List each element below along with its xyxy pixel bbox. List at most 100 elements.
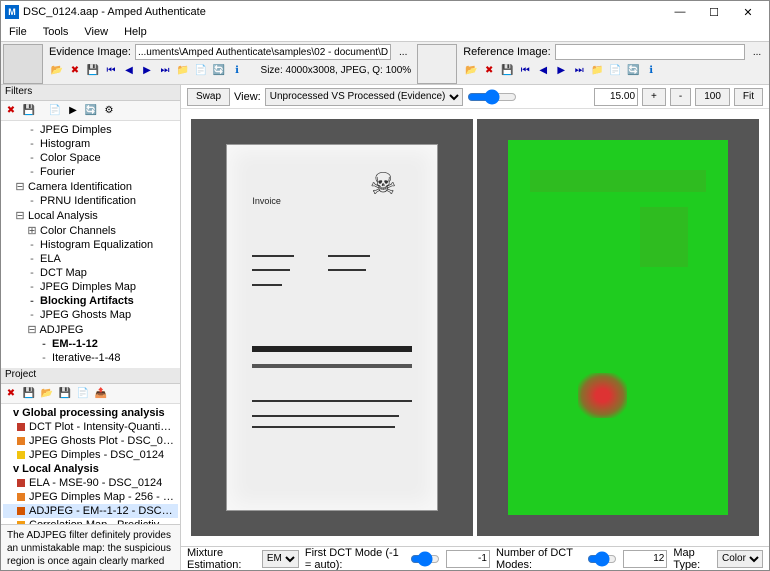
proj-saveas-icon[interactable]: [57, 386, 73, 402]
filters-run-icon[interactable]: ▶: [65, 103, 81, 119]
filter-node[interactable]: ⊞ Color Channels: [3, 223, 178, 238]
reference-image-label: Reference Image:: [463, 46, 550, 58]
ref-report-icon[interactable]: [607, 62, 623, 78]
filter-node[interactable]: - DCT Map: [3, 266, 178, 280]
filter-node[interactable]: - Blocking Artifacts: [3, 294, 178, 308]
ref-open-icon[interactable]: [463, 62, 479, 78]
project-item[interactable]: JPEG Dimples Map - 256 - DSC_0124: [3, 490, 178, 504]
last-icon[interactable]: [157, 62, 173, 78]
view-mode-select[interactable]: Unprocessed VS Processed (Evidence): [265, 88, 463, 106]
first-dct-slider[interactable]: [410, 552, 440, 566]
filter-node[interactable]: - Color Space: [3, 151, 178, 165]
filter-node[interactable]: - Histogram: [3, 137, 178, 151]
ref-prev-icon[interactable]: [535, 62, 551, 78]
ref-first-icon[interactable]: [517, 62, 533, 78]
evidence-pane[interactable]: Invoice: [191, 119, 473, 536]
ref-folder-icon[interactable]: [589, 62, 605, 78]
num-dct-value[interactable]: [623, 550, 667, 568]
prev-icon[interactable]: [121, 62, 137, 78]
evidence-image-label: Evidence Image:: [49, 46, 131, 58]
evidence-document: Invoice: [226, 144, 438, 511]
filters-config-icon[interactable]: ⚙: [101, 103, 117, 119]
view-slider[interactable]: [467, 90, 517, 104]
project-item[interactable]: Correlation Map - Predictive - DSC_0124: [3, 518, 178, 524]
menu-view[interactable]: View: [80, 25, 112, 39]
zoom-plus-button[interactable]: +: [642, 88, 666, 106]
proj-clear-icon[interactable]: [3, 386, 19, 402]
maptype-select[interactable]: Color: [717, 550, 763, 568]
ref-last-icon[interactable]: [571, 62, 587, 78]
first-dct-value[interactable]: [446, 550, 490, 568]
project-item[interactable]: ELA - MSE-90 - DSC_0124: [3, 476, 178, 490]
filter-node[interactable]: - Iterative--1-48: [3, 351, 178, 365]
filter-node[interactable]: - Histogram Equalization: [3, 238, 178, 252]
evidence-browse-icon[interactable]: ...: [395, 44, 411, 60]
swap-button[interactable]: Swap: [187, 88, 230, 106]
proj-report-icon[interactable]: [75, 386, 91, 402]
filter-node[interactable]: - PRNU Identification: [3, 194, 178, 208]
filter-node[interactable]: - Fourier: [3, 165, 178, 179]
open-icon[interactable]: [49, 62, 65, 78]
filters-clear-icon[interactable]: [3, 103, 19, 119]
menu-help[interactable]: Help: [120, 25, 151, 39]
reference-thumbnail[interactable]: [417, 44, 457, 84]
save-icon[interactable]: [85, 62, 101, 78]
filter-node[interactable]: - ELA: [3, 252, 178, 266]
ref-clear-icon[interactable]: [481, 62, 497, 78]
num-dct-slider[interactable]: [587, 552, 617, 566]
filter-node[interactable]: - JPEG Dimples: [3, 123, 178, 137]
zoom-minus-button[interactable]: -: [670, 88, 691, 106]
filter-node[interactable]: - EM--1-12: [3, 337, 178, 351]
ref-info-icon[interactable]: [643, 62, 659, 78]
close-button[interactable]: ✕: [731, 2, 765, 22]
mixture-estimation-label: Mixture Estimation:: [187, 547, 256, 571]
zoom-100-button[interactable]: 100: [695, 88, 730, 106]
project-item[interactable]: ADJPEG - EM--1-12 - DSC_0124: [3, 504, 178, 518]
menu-tools[interactable]: Tools: [39, 25, 73, 39]
filters-report-icon[interactable]: [47, 103, 63, 119]
ref-refresh-icon[interactable]: [625, 62, 641, 78]
menu-file[interactable]: File: [5, 25, 31, 39]
project-item[interactable]: JPEG Dimples - DSC_0124: [3, 448, 178, 462]
refresh-icon[interactable]: [211, 62, 227, 78]
evidence-size-label: Size: 4000x3008, JPEG, Q: 100%: [261, 65, 412, 76]
proj-save-icon[interactable]: [21, 386, 37, 402]
fit-button[interactable]: Fit: [734, 88, 763, 106]
project-description: The ADJPEG filter definitely provides an…: [1, 524, 180, 570]
processed-pane[interactable]: [477, 119, 759, 536]
minimize-button[interactable]: —: [663, 2, 697, 22]
proj-export-icon[interactable]: 📤: [93, 386, 109, 402]
filter-node[interactable]: - JPEG Ghosts Map: [3, 308, 178, 322]
project-group-header[interactable]: v Local Analysis: [3, 462, 178, 476]
filter-node[interactable]: ⊟ Camera Identification: [3, 179, 178, 194]
folder-icon[interactable]: [175, 62, 191, 78]
suspicious-region: [578, 373, 626, 418]
maximize-button[interactable]: ☐: [697, 2, 731, 22]
project-list[interactable]: v Global processing analysisDCT Plot - I…: [1, 404, 180, 524]
proj-open-icon[interactable]: [39, 386, 55, 402]
filters-panel-header: Filters: [1, 85, 180, 101]
evidence-image-path[interactable]: [135, 44, 391, 60]
project-item[interactable]: JPEG Ghosts Plot - DSC_0124: [3, 434, 178, 448]
clear-icon[interactable]: [67, 62, 83, 78]
mixture-estimation-select[interactable]: EM: [262, 550, 299, 568]
ref-save-icon[interactable]: [499, 62, 515, 78]
project-item[interactable]: DCT Plot - Intensity-Quantized-24 - DSC_…: [3, 420, 178, 434]
filters-save-icon[interactable]: [21, 103, 37, 119]
filters-tree[interactable]: - JPEG Dimples- Histogram- Color Space- …: [1, 121, 180, 368]
filter-node[interactable]: ⊟ Local Analysis: [3, 208, 178, 223]
ref-next-icon[interactable]: [553, 62, 569, 78]
filter-node[interactable]: - JPEG Dimples Map: [3, 280, 178, 294]
zoom-value[interactable]: [594, 88, 638, 106]
project-group-header[interactable]: v Global processing analysis: [3, 406, 178, 420]
skull-icon: [370, 167, 416, 225]
next-icon[interactable]: [139, 62, 155, 78]
info-icon[interactable]: [229, 62, 245, 78]
reference-image-path[interactable]: [555, 44, 745, 60]
filter-node[interactable]: ⊟ ADJPEG: [3, 322, 178, 337]
report-icon[interactable]: [193, 62, 209, 78]
first-icon[interactable]: [103, 62, 119, 78]
evidence-thumbnail[interactable]: [3, 44, 43, 84]
reference-browse-icon[interactable]: ...: [749, 44, 765, 60]
filters-refresh-icon[interactable]: [83, 103, 99, 119]
